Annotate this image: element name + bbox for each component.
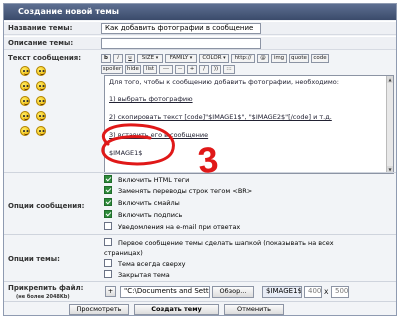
dots-button[interactable]: ::: — [223, 65, 235, 74]
size-separator: X — [324, 288, 329, 296]
sticky-checkbox[interactable] — [104, 259, 112, 267]
image-tag-field[interactable]: $IMAGE1$ — [262, 286, 302, 298]
image-width-input[interactable]: 400 — [304, 286, 322, 298]
editor-line: 3) вставить его в сообщение — [109, 131, 209, 139]
smileys-checkbox[interactable] — [104, 198, 112, 206]
pin-first-post-checkbox[interactable] — [104, 238, 112, 246]
option-label: Закрытая тема — [118, 271, 170, 279]
new-topic-form: Создание новой темы Название темы: Как д… — [3, 3, 397, 316]
email-notify-checkbox[interactable] — [104, 222, 112, 230]
message-text-label: Текст сообщения: — [8, 54, 82, 62]
option-label: Заменять переводы строк тегом <BR> — [118, 187, 253, 195]
file-path-input[interactable]: "C:\Documents and Setti — [120, 286, 210, 298]
cancel-button[interactable]: Отменить — [224, 304, 284, 315]
image-height-input[interactable]: 500 — [331, 286, 349, 298]
divider — [4, 281, 396, 282]
smiley-icon[interactable] — [36, 111, 46, 121]
attach-note: (не более 2048Kb) — [16, 294, 70, 300]
italic-button[interactable]: i — [113, 54, 123, 63]
divider — [4, 172, 396, 173]
message-textarea[interactable]: Для того, чтобы к сообщению добавить фот… — [104, 75, 394, 174]
underline-button[interactable]: u — [125, 54, 135, 63]
smiley-icon[interactable] — [20, 96, 30, 106]
hr-button[interactable]: --- — [159, 65, 173, 74]
option-label: Тема всегда сверху — [118, 260, 186, 268]
dash-button[interactable]: -- — [175, 65, 185, 74]
url-button[interactable]: http:// — [231, 54, 255, 63]
linebreak-checkbox[interactable] — [104, 186, 112, 194]
divider — [4, 234, 396, 235]
editor-line: 1) выбрать фотографию — [109, 95, 193, 103]
smiley-icon[interactable] — [36, 81, 46, 91]
editor-scrollbar[interactable]: ▲ ▼ — [386, 76, 393, 173]
form-title: Создание новой темы — [4, 4, 396, 20]
html-tags-checkbox[interactable] — [104, 175, 112, 183]
add-attachment-button[interactable]: + — [105, 286, 116, 297]
option-label: Первое сообщение темы сделать шапкой (по… — [118, 239, 334, 247]
topic-desc-input[interactable] — [101, 38, 261, 49]
smiley-icon[interactable] — [36, 126, 46, 136]
smiley-icon[interactable] — [36, 66, 46, 76]
topic-desc-label: Описание темы: — [8, 39, 74, 47]
topic-options-label: Опции темы: — [8, 255, 60, 263]
code-button[interactable]: code — [311, 54, 329, 63]
attach-label: Прикрепить файл: — [8, 284, 84, 292]
paren-button[interactable]: )) — [211, 65, 221, 74]
email-button[interactable]: @ — [257, 54, 269, 63]
scroll-up-icon[interactable]: ▲ — [387, 76, 393, 83]
topic-name-input[interactable]: Как добавить фотографии в сообщение — [101, 23, 261, 34]
smiley-icon[interactable] — [20, 126, 30, 136]
family-select[interactable]: FAMILY — [165, 54, 197, 63]
option-label: Включить смайлы — [118, 199, 180, 207]
smiley-icon[interactable] — [36, 96, 46, 106]
img-button[interactable]: img — [271, 54, 287, 63]
smiley-icon[interactable] — [20, 111, 30, 121]
option-label: Включить HTML теги — [118, 176, 190, 184]
smiley-icon[interactable] — [20, 66, 30, 76]
spoiler-button[interactable]: spoiler — [101, 65, 123, 74]
create-topic-button[interactable]: Создать тему — [134, 304, 219, 315]
signature-checkbox[interactable] — [104, 210, 112, 218]
bold-button[interactable]: b — [101, 54, 111, 63]
editor-line: Для того, чтобы к сообщению добавить фот… — [109, 78, 339, 86]
option-label: Включить подпись — [118, 211, 183, 219]
option-label: страницах) — [104, 249, 143, 257]
browse-button[interactable]: Обзор... — [212, 286, 254, 298]
hide-button[interactable]: hide — [125, 65, 141, 74]
divider — [4, 301, 396, 302]
closed-checkbox[interactable] — [104, 270, 112, 278]
editor-line-text: 2) скопировать текст [code]"$IMAGE1$", "… — [109, 113, 332, 121]
smiley-icon[interactable] — [20, 81, 30, 91]
quote-button[interactable]: quote — [289, 54, 309, 63]
editor-image-tag: $IMAGE1$ — [109, 149, 143, 157]
color-select[interactable]: COLOR — [199, 54, 229, 63]
option-label: Уведомления на e-mail при ответах — [118, 223, 241, 231]
slash-button[interactable]: / — [199, 65, 209, 74]
editor-line: 2) скопировать текст [code]"$IMAGE1$", "… — [109, 113, 332, 121]
message-options-label: Опции сообщения: — [8, 202, 85, 210]
topic-name-label: Название темы: — [8, 24, 73, 32]
plus-button[interactable]: + — [187, 65, 197, 74]
smiley-panel — [20, 66, 56, 136]
preview-button[interactable]: Просмотреть — [69, 304, 129, 315]
size-select[interactable]: SIZE — [137, 54, 163, 63]
list-button[interactable]: list — [143, 65, 157, 74]
